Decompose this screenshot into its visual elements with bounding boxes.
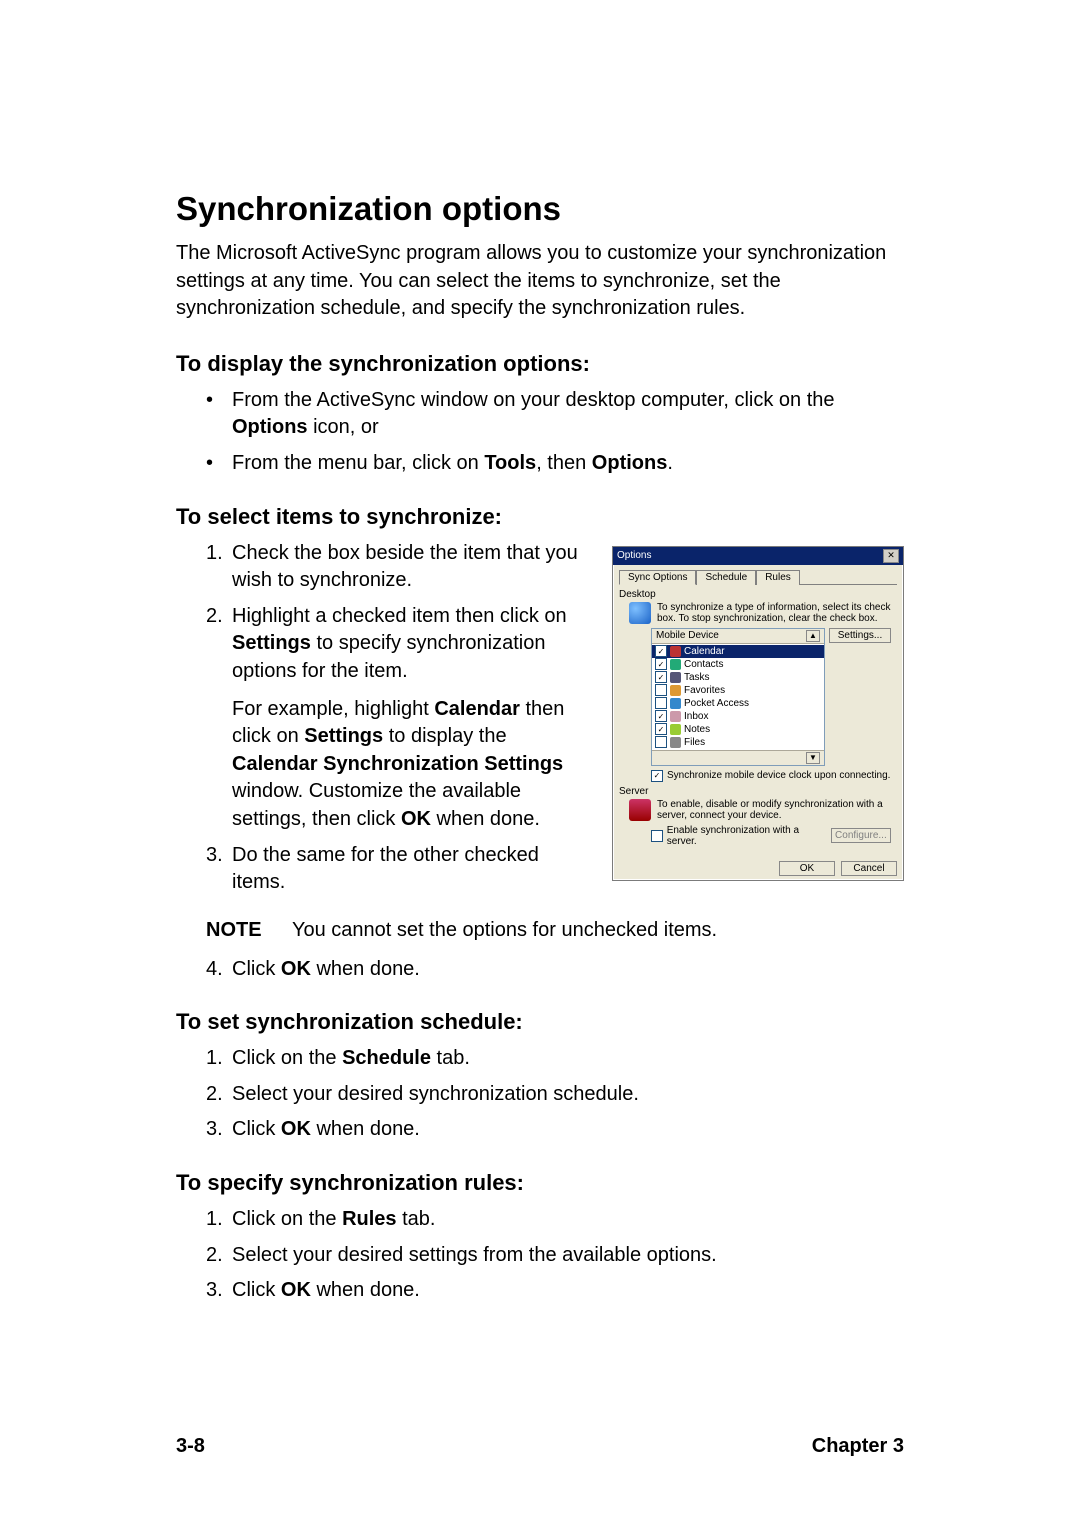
item-icon — [670, 711, 681, 722]
tab-sync-options[interactable]: Sync Options — [619, 570, 696, 585]
item-checkbox[interactable] — [655, 697, 667, 709]
item-icon — [670, 646, 681, 657]
section-rules-heading: To specify synchronization rules: — [176, 1170, 904, 1196]
item-label: Inbox — [684, 710, 708, 723]
list-header-label: Mobile Device — [656, 630, 719, 642]
enable-server-checkbox[interactable] — [651, 830, 663, 842]
rules-step-2: Select your desired settings from the av… — [206, 1242, 904, 1270]
dialog-title: Options — [617, 550, 651, 561]
sync-icon — [629, 602, 651, 624]
server-section-label: Server — [619, 786, 897, 797]
schedule-step-2: Select your desired synchronization sche… — [206, 1081, 904, 1109]
display-option-1: From the ActiveSync window on your deskt… — [206, 387, 904, 442]
tab-rules[interactable]: Rules — [756, 570, 800, 585]
select-step-2: Highlight a checked item then click on S… — [206, 603, 594, 834]
select-step-4: Click OK when done. — [206, 956, 904, 984]
item-checkbox[interactable]: ✓ — [655, 645, 667, 657]
mobile-device-list[interactable]: Mobile Device ▲ ✓ Calendar ✓ Contacts ✓ Tasks… — [651, 628, 825, 766]
item-checkbox[interactable]: ✓ — [655, 658, 667, 670]
item-icon — [670, 685, 681, 696]
item-checkbox[interactable]: ✓ — [655, 671, 667, 683]
intro-paragraph: The Microsoft ActiveSync program allows … — [176, 240, 904, 323]
list-item[interactable]: ✓ Notes — [652, 723, 824, 736]
section-select-heading: To select items to synchronize: — [176, 504, 904, 530]
tab-schedule[interactable]: Schedule — [696, 570, 756, 585]
item-label: Tasks — [684, 671, 710, 684]
section-display-heading: To display the synchronization options: — [176, 351, 904, 377]
rules-step-1: Click on the Rules tab. — [206, 1206, 904, 1234]
item-label: Notes — [684, 723, 710, 736]
rules-step-3: Click OK when done. — [206, 1277, 904, 1305]
cancel-button[interactable]: Cancel — [841, 861, 897, 876]
item-label: Favorites — [684, 684, 725, 697]
item-label: Calendar — [684, 645, 725, 658]
server-icon — [629, 799, 651, 821]
display-option-2: From the menu bar, click on Tools, then … — [206, 450, 904, 478]
list-item[interactable]: ✓ Tasks — [652, 671, 824, 684]
list-item[interactable]: Pocket Access — [652, 697, 824, 710]
page-heading: Synchronization options — [176, 190, 904, 228]
configure-button: Configure... — [831, 828, 891, 843]
item-checkbox[interactable]: ✓ — [655, 710, 667, 722]
chapter-label: Chapter 3 — [812, 1435, 904, 1458]
item-icon — [670, 659, 681, 670]
item-icon — [670, 737, 681, 748]
page-number: 3-8 — [176, 1435, 205, 1458]
item-icon — [670, 724, 681, 735]
select-step-1: Check the box beside the item that you w… — [206, 540, 594, 595]
item-label: Files — [684, 736, 705, 749]
note-text: You cannot set the options for unchecked… — [292, 919, 717, 942]
item-checkbox[interactable]: ✓ — [655, 723, 667, 735]
item-icon — [670, 698, 681, 709]
server-info-text: To enable, disable or modify synchroniza… — [657, 799, 897, 821]
options-dialog: Options ✕ Sync Options Schedule Rules De… — [612, 546, 904, 881]
desktop-info-text: To synchronize a type of information, se… — [657, 602, 897, 624]
list-item[interactable]: ✓ Contacts — [652, 658, 824, 671]
item-icon — [670, 672, 681, 683]
item-checkbox[interactable] — [655, 684, 667, 696]
sync-clock-checkbox[interactable]: ✓ — [651, 770, 663, 782]
item-label: Pocket Access — [684, 697, 749, 710]
note-label: NOTE — [206, 919, 292, 942]
list-item[interactable]: Favorites — [652, 684, 824, 697]
item-checkbox[interactable] — [655, 736, 667, 748]
settings-button[interactable]: Settings... — [829, 628, 891, 643]
select-step-3: Do the same for the other checked items. — [206, 842, 594, 897]
section-schedule-heading: To set synchronization schedule: — [176, 1009, 904, 1035]
item-label: Contacts — [684, 658, 723, 671]
list-item[interactable]: Files — [652, 736, 824, 749]
list-item[interactable]: ✓ Calendar — [652, 645, 824, 658]
scroll-up-icon[interactable]: ▲ — [806, 630, 820, 642]
desktop-section-label: Desktop — [619, 589, 897, 600]
schedule-step-1: Click on the Schedule tab. — [206, 1045, 904, 1073]
list-item[interactable]: ✓ Inbox — [652, 710, 824, 723]
close-icon[interactable]: ✕ — [883, 549, 899, 563]
ok-button[interactable]: OK — [779, 861, 835, 876]
sync-clock-label: Synchronize mobile device clock upon con… — [667, 770, 890, 781]
schedule-step-3: Click OK when done. — [206, 1116, 904, 1144]
scroll-down-icon[interactable]: ▼ — [806, 752, 820, 764]
enable-server-label: Enable synchronization with a server. — [667, 825, 827, 847]
